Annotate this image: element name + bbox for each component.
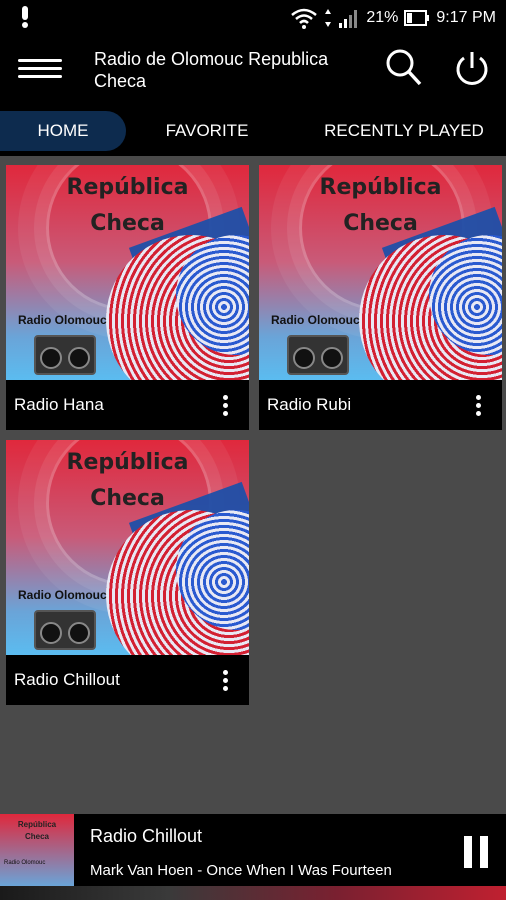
station-card[interactable]: República Checa Radio Olomouc Radio Rubi: [259, 165, 502, 430]
artwork-subtitle: Checa: [90, 211, 165, 236]
tab-bar: HOME FAVORITE RECENTLY PLAYED: [0, 104, 506, 156]
tab-recently-played[interactable]: RECENTLY PLAYED: [312, 111, 496, 151]
now-playing-track: Mark Van Hoen - Once When I Was Fourteen: [90, 862, 392, 879]
artwork-title: República: [319, 175, 442, 200]
now-playing-station: Radio Chillout: [90, 826, 203, 846]
artwork-subtitle: Checa: [343, 211, 418, 236]
now-playing-artwork: República Checa Radio Olomouc: [0, 814, 74, 886]
tab-favorite[interactable]: FAVORITE: [150, 111, 264, 151]
battery-icon: [404, 10, 430, 26]
artwork-station: Radio Olomouc: [18, 313, 107, 327]
menu-button[interactable]: [18, 54, 62, 86]
station-name: Radio Rubi: [267, 395, 352, 414]
search-icon[interactable]: [384, 48, 424, 88]
more-options-icon[interactable]: [223, 668, 231, 692]
station-card[interactable]: República Checa Radio Olomouc Radio Chil…: [6, 440, 249, 705]
status-bar: 21% 9:17 PM: [0, 0, 506, 36]
page-title: Radio de Olomouc Republica Checa: [94, 49, 329, 91]
app-bar: Radio de Olomouc Republica Checa: [0, 36, 506, 104]
station-name: Radio Chillout: [14, 670, 120, 689]
artwork-station: Radio Olomouc: [271, 313, 360, 327]
mini-player[interactable]: República Checa Radio Olomouc Radio Chil…: [0, 814, 506, 900]
station-artwork: República Checa Radio Olomouc: [6, 165, 249, 380]
more-options-icon[interactable]: [223, 393, 231, 417]
artwork-title: República: [66, 175, 189, 200]
station-card[interactable]: República Checa Radio Olomouc Radio Hana: [6, 165, 249, 430]
boombox-icon: [34, 335, 96, 375]
more-options-icon[interactable]: [476, 393, 484, 417]
wifi-icon: [291, 8, 318, 29]
artwork-subtitle: Checa: [90, 486, 165, 511]
signal-icon: [339, 10, 358, 28]
status-right: 21% 9:17 PM: [290, 0, 496, 36]
menu-icon: [18, 59, 62, 62]
station-name: Radio Hana: [14, 395, 104, 414]
clock: 9:17 PM: [436, 9, 496, 26]
battery-percent: 21%: [366, 9, 399, 26]
artwork-station: Radio Olomouc: [18, 588, 107, 602]
boombox-icon: [34, 610, 96, 650]
artwork-title: República: [66, 450, 189, 475]
boombox-icon: [287, 335, 349, 375]
pause-icon[interactable]: [462, 836, 490, 868]
power-icon[interactable]: [452, 48, 492, 88]
alert-icon: [22, 6, 28, 28]
bottom-edge: [0, 886, 506, 900]
station-artwork: República Checa Radio Olomouc: [259, 165, 502, 380]
station-artwork: República Checa Radio Olomouc: [6, 440, 249, 655]
data-arrows-icon: [325, 9, 332, 27]
tab-home[interactable]: HOME: [0, 111, 126, 151]
